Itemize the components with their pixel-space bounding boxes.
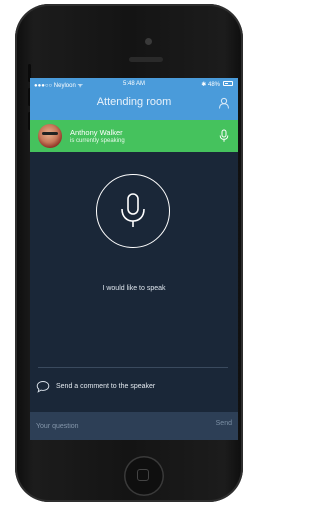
speak-request-label: I would like to speak [102,285,166,292]
speaker-name: Anthony Walker [70,128,123,137]
earpiece-speaker [129,57,163,62]
chat-bubble-icon [36,381,50,393]
send-button[interactable]: Send [216,420,232,427]
app-header: ●●●○○ Neyloon ᯤ 5:48 AM ✱ 48% Attending … [30,78,238,120]
microphone-icon [121,193,145,227]
question-input[interactable] [36,418,196,434]
avatar [38,124,62,148]
battery-percent: ✱ 48% [201,82,220,88]
user-icon[interactable] [218,97,230,109]
app-screen: ●●●○○ Neyloon ᯤ 5:48 AM ✱ 48% Attending … [30,78,238,440]
page-title: Attending room [96,96,172,108]
send-comment-label: Send a comment to the speaker [56,383,156,390]
front-camera [145,38,152,45]
microphone-icon [219,129,229,142]
status-bar: ●●●○○ Neyloon ᯤ 5:48 AM ✱ 48% [30,78,238,90]
current-speaker-bar: Anthony Walker is currently speaking [30,120,238,152]
home-button[interactable] [124,456,164,496]
divider [38,367,228,368]
speak-request-button[interactable] [96,174,170,248]
send-comment-link[interactable]: Send a comment to the speaker [36,380,232,394]
speaker-status: is currently speaking [70,138,125,144]
question-input-bar: Send [30,412,238,440]
battery-icon [223,81,233,86]
